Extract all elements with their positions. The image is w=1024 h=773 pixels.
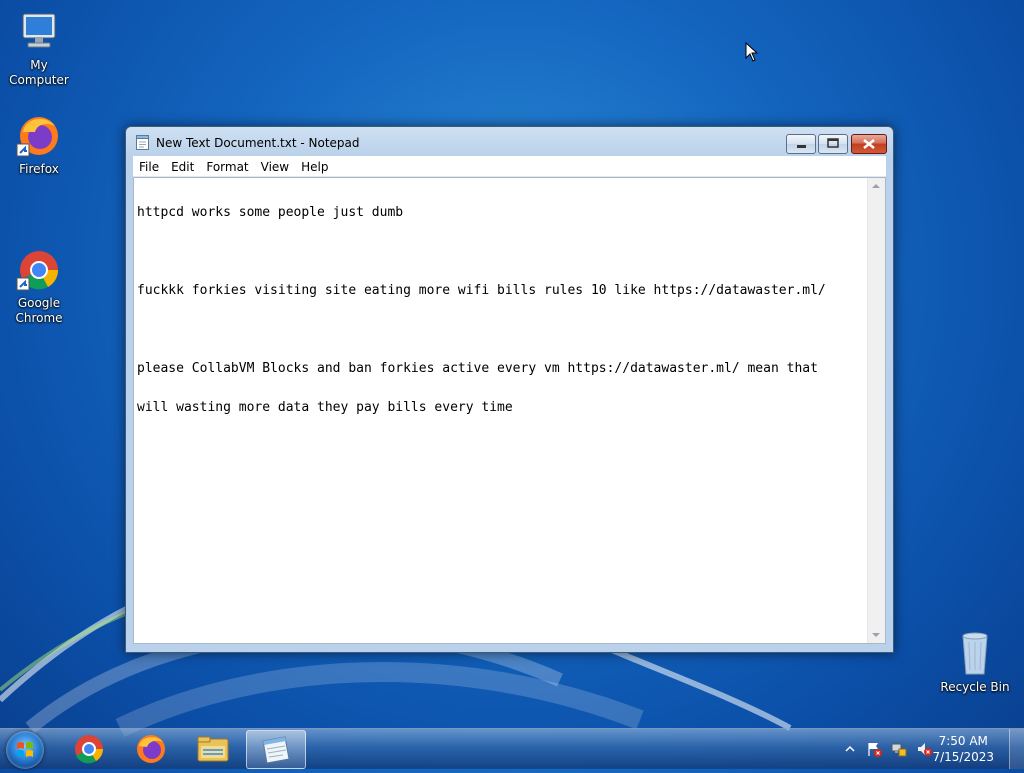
clock-date: 7/15/2023 bbox=[932, 750, 994, 764]
volume-muted-icon[interactable] bbox=[916, 741, 932, 757]
desktop-icon-recycle-bin[interactable]: Recycle Bin bbox=[937, 630, 1013, 695]
firefox-icon bbox=[15, 112, 63, 160]
show-desktop-button[interactable] bbox=[1009, 729, 1024, 769]
taskbar: 7:50 AM 7/15/2023 bbox=[0, 728, 1024, 769]
menu-file[interactable]: File bbox=[133, 157, 165, 177]
start-button[interactable] bbox=[6, 731, 44, 769]
desktop-icon-label: Google Chrome bbox=[15, 296, 63, 325]
window-title: New Text Document.txt - Notepad bbox=[156, 136, 360, 150]
menu-help[interactable]: Help bbox=[295, 157, 334, 177]
minimize-button[interactable] bbox=[786, 134, 816, 154]
vertical-scrollbar[interactable] bbox=[867, 178, 885, 643]
system-clock[interactable]: 7:50 AM 7/15/2023 bbox=[932, 733, 994, 765]
desktop-icon-firefox[interactable]: Firefox bbox=[1, 112, 77, 177]
desktop-icon-google-chrome[interactable]: Google Chrome bbox=[1, 216, 77, 341]
desktop-icon-label: My Computer bbox=[9, 58, 69, 87]
text-line: fuckkk forkies visiting site eating more… bbox=[137, 283, 826, 298]
close-button[interactable] bbox=[851, 134, 887, 154]
windows-logo-icon bbox=[17, 742, 33, 757]
mouse-cursor-icon bbox=[745, 42, 759, 62]
taskbar-firefox-button[interactable] bbox=[122, 730, 180, 767]
clock-time: 7:50 AM bbox=[938, 734, 988, 748]
show-hidden-icons-icon[interactable] bbox=[842, 741, 858, 757]
minimize-icon bbox=[797, 145, 806, 148]
desktop-icon-label: Firefox bbox=[19, 162, 59, 176]
close-icon bbox=[863, 139, 875, 149]
chrome-icon bbox=[15, 231, 63, 291]
text-line: httpcd works some people just dumb bbox=[137, 205, 404, 220]
text-line bbox=[137, 323, 865, 336]
action-center-flag-icon[interactable] bbox=[866, 741, 882, 757]
notepad-icon bbox=[262, 736, 290, 764]
taskbar-chrome-button[interactable] bbox=[60, 730, 118, 767]
taskbar-notepad-button[interactable] bbox=[246, 730, 306, 769]
menu-format[interactable]: Format bbox=[200, 157, 254, 177]
menu-bar: File Edit Format View Help bbox=[133, 156, 886, 177]
taskbar-explorer-button[interactable] bbox=[184, 730, 242, 767]
menu-view[interactable]: View bbox=[255, 157, 295, 177]
notepad-window[interactable]: New Text Document.txt - Notepad File Edit… bbox=[125, 126, 894, 653]
computer-icon bbox=[15, 8, 63, 56]
maximize-icon bbox=[827, 138, 839, 148]
scroll-up-icon[interactable] bbox=[872, 184, 880, 188]
chrome-icon bbox=[75, 735, 103, 764]
menu-edit[interactable]: Edit bbox=[165, 157, 200, 177]
text-line bbox=[137, 245, 865, 258]
firefox-icon bbox=[137, 735, 165, 763]
explorer-icon bbox=[197, 736, 229, 762]
title-bar[interactable]: New Text Document.txt - Notepad bbox=[126, 127, 893, 157]
maximize-button[interactable] bbox=[818, 134, 848, 154]
desktop-icon-my-computer[interactable]: My Computer bbox=[1, 8, 77, 88]
desktop-icon-label: Recycle Bin bbox=[940, 680, 1010, 694]
text-content[interactable]: httpcd works some people just dumb fuckk… bbox=[137, 180, 865, 643]
text-line: will wasting more data they pay bills ev… bbox=[137, 400, 513, 415]
recycle-bin-icon bbox=[951, 630, 999, 678]
network-icon[interactable] bbox=[891, 741, 907, 757]
scroll-down-icon[interactable] bbox=[872, 633, 880, 637]
text-line: please CollabVM Blocks and ban forkies a… bbox=[137, 361, 818, 376]
notepad-icon bbox=[136, 135, 149, 150]
text-editor[interactable]: httpcd works some people just dumb fuckk… bbox=[133, 177, 886, 644]
